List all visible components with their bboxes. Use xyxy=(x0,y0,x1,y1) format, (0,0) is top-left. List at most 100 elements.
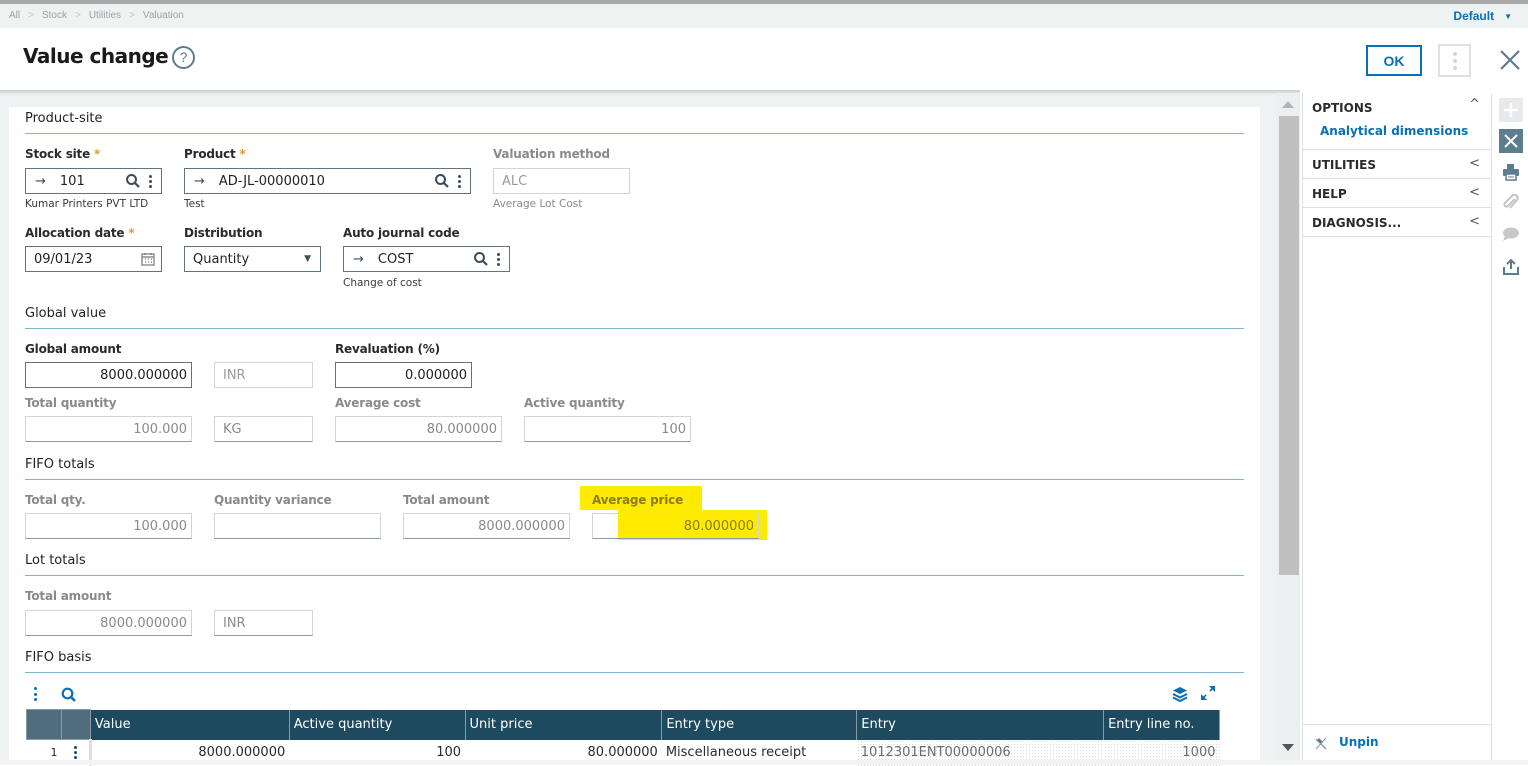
section-divider xyxy=(25,479,1244,480)
search-icon[interactable] xyxy=(125,173,141,189)
side-panel-options[interactable]: OPTIONS ^ xyxy=(1303,93,1492,150)
layers-icon[interactable] xyxy=(1172,686,1188,702)
action-rail xyxy=(1493,93,1528,765)
revaluation-field[interactable]: 0.000000 xyxy=(335,362,472,388)
global-amount-field[interactable]: 8000.000000 xyxy=(25,362,192,388)
total-quantity-field: 100.000 xyxy=(25,416,192,442)
stock-site-label: Stock site * xyxy=(25,147,101,161)
ok-button[interactable]: OK xyxy=(1366,45,1422,76)
fifo-total-amount-field: 8000.000000 xyxy=(403,513,570,539)
chevron-left-icon: < xyxy=(1469,185,1480,200)
page-title: Value change xyxy=(23,44,169,68)
grid-search-icon[interactable] xyxy=(61,687,77,703)
scrollbar-thumb[interactable] xyxy=(1279,116,1299,575)
active-quantity-field: 100 xyxy=(524,416,691,442)
average-price-label: Average price xyxy=(592,493,684,507)
row-number-header xyxy=(26,709,62,740)
arrow-right-icon[interactable]: → xyxy=(194,174,205,189)
column-header-entry[interactable]: Entry xyxy=(856,709,1105,740)
global-amount-label: Global amount xyxy=(25,342,122,356)
more-actions-button[interactable] xyxy=(1438,44,1471,77)
arrow-right-icon[interactable]: → xyxy=(35,174,46,189)
delete-icon[interactable] xyxy=(1499,129,1523,153)
caret-down-icon: ▼ xyxy=(1504,11,1512,21)
help-icon[interactable]: ? xyxy=(172,46,195,69)
quantity-variance-label: Quantity variance xyxy=(214,493,332,507)
header-shadow xyxy=(0,90,1300,95)
allocation-date-field[interactable]: 09/01/23 xyxy=(25,246,162,272)
valuation-method-label: Valuation method xyxy=(493,147,610,161)
column-header-value[interactable]: Value xyxy=(89,709,290,740)
section-divider xyxy=(25,328,1244,329)
scroll-down-icon[interactable] xyxy=(1282,744,1294,751)
section-title-fifo-totals: FIFO totals xyxy=(25,457,95,472)
search-icon[interactable] xyxy=(434,173,450,189)
section-divider xyxy=(25,672,1244,673)
table-header-row: Value Active quantity Unit price Entry t… xyxy=(26,709,1220,740)
comment-icon[interactable] xyxy=(1499,222,1523,246)
attachment-icon[interactable] xyxy=(1499,191,1523,215)
unpin-button[interactable]: Unpin xyxy=(1303,724,1492,765)
column-header-entry-type[interactable]: Entry type xyxy=(661,709,858,740)
average-price-field: 80.000000 xyxy=(592,513,759,539)
stock-site-field[interactable]: → 101 xyxy=(25,168,162,194)
expand-icon[interactable] xyxy=(1200,685,1216,701)
distribution-select[interactable]: Quantity ▼ xyxy=(184,246,321,272)
column-header-unit-price[interactable]: Unit price xyxy=(464,709,663,740)
global-amount-currency: INR xyxy=(214,362,313,388)
stock-site-description: Kumar Printers PVT LTD xyxy=(25,198,149,210)
chevron-right-icon: > xyxy=(74,10,81,21)
share-icon[interactable] xyxy=(1499,255,1523,279)
section-title-global-value: Global value xyxy=(25,306,107,321)
chevron-left-icon: < xyxy=(1469,156,1480,171)
grid-menu-icon[interactable] xyxy=(32,687,38,701)
analytical-dimensions-link[interactable]: Analytical dimensions xyxy=(1320,124,1468,138)
allocation-date-label: Allocation date * xyxy=(25,226,135,240)
side-panel-utilities[interactable]: UTILITIES < xyxy=(1303,150,1492,179)
section-divider xyxy=(25,575,1244,576)
bottom-border xyxy=(0,760,1528,765)
breadcrumb-item-all[interactable]: All xyxy=(9,10,20,21)
page-header: Value change ? OK xyxy=(0,28,1528,90)
more-vertical-icon[interactable] xyxy=(145,174,155,188)
breadcrumb-item-utilities[interactable]: Utilities xyxy=(89,10,121,21)
calendar-icon[interactable] xyxy=(141,252,155,266)
average-cost-field: 80.000000 xyxy=(335,416,502,442)
side-panel-help[interactable]: HELP < xyxy=(1303,179,1492,208)
fifo-total-qty-field: 100.000 xyxy=(25,513,192,539)
breadcrumb-item-stock[interactable]: Stock xyxy=(42,10,67,21)
breadcrumb-bar: All > Stock > Utilities > Valuation Defa… xyxy=(0,4,1528,28)
more-vertical-icon[interactable] xyxy=(454,174,464,188)
breadcrumb-item-valuation[interactable]: Valuation xyxy=(143,10,184,21)
valuation-method-description: Average Lot Cost xyxy=(493,198,583,210)
view-selector-label: Default xyxy=(1453,9,1495,23)
view-selector[interactable]: Default ▼ xyxy=(1453,9,1512,23)
row-action-header xyxy=(60,709,91,740)
section-title-product-site: Product-site xyxy=(25,111,103,126)
auto-journal-code-field[interactable]: → COST xyxy=(343,246,510,272)
distribution-label: Distribution xyxy=(184,226,263,240)
section-divider xyxy=(25,133,1244,134)
vertical-scrollbar[interactable] xyxy=(1276,93,1300,765)
scroll-up-icon[interactable] xyxy=(1282,101,1294,108)
chevron-left-icon: < xyxy=(1469,214,1480,229)
column-header-active-quantity[interactable]: Active quantity xyxy=(288,709,466,740)
product-field[interactable]: → AD-JL-00000010 xyxy=(184,168,471,194)
lot-total-amount-field: 8000.000000 xyxy=(25,610,192,636)
fifo-total-amount-label: Total amount xyxy=(403,493,490,507)
section-title-lot-totals: Lot totals xyxy=(25,553,86,568)
lot-total-amount-currency: INR xyxy=(214,610,313,636)
auto-journal-code-description: Change of cost xyxy=(343,277,422,289)
column-header-entry-line-no[interactable]: Entry line no. xyxy=(1103,709,1220,740)
quantity-variance-field xyxy=(214,513,381,539)
breadcrumb: All > Stock > Utilities > Valuation xyxy=(9,10,184,21)
close-icon[interactable] xyxy=(1496,46,1524,74)
add-icon[interactable] xyxy=(1499,98,1523,122)
chevron-right-icon: > xyxy=(28,10,34,21)
side-panel-diagnosis[interactable]: DIAGNOSIS... < xyxy=(1303,208,1492,237)
search-icon[interactable] xyxy=(473,251,489,267)
product-description: Test xyxy=(184,198,205,210)
print-icon[interactable] xyxy=(1499,160,1523,184)
more-vertical-icon[interactable] xyxy=(493,252,503,266)
arrow-right-icon[interactable]: → xyxy=(353,252,364,267)
